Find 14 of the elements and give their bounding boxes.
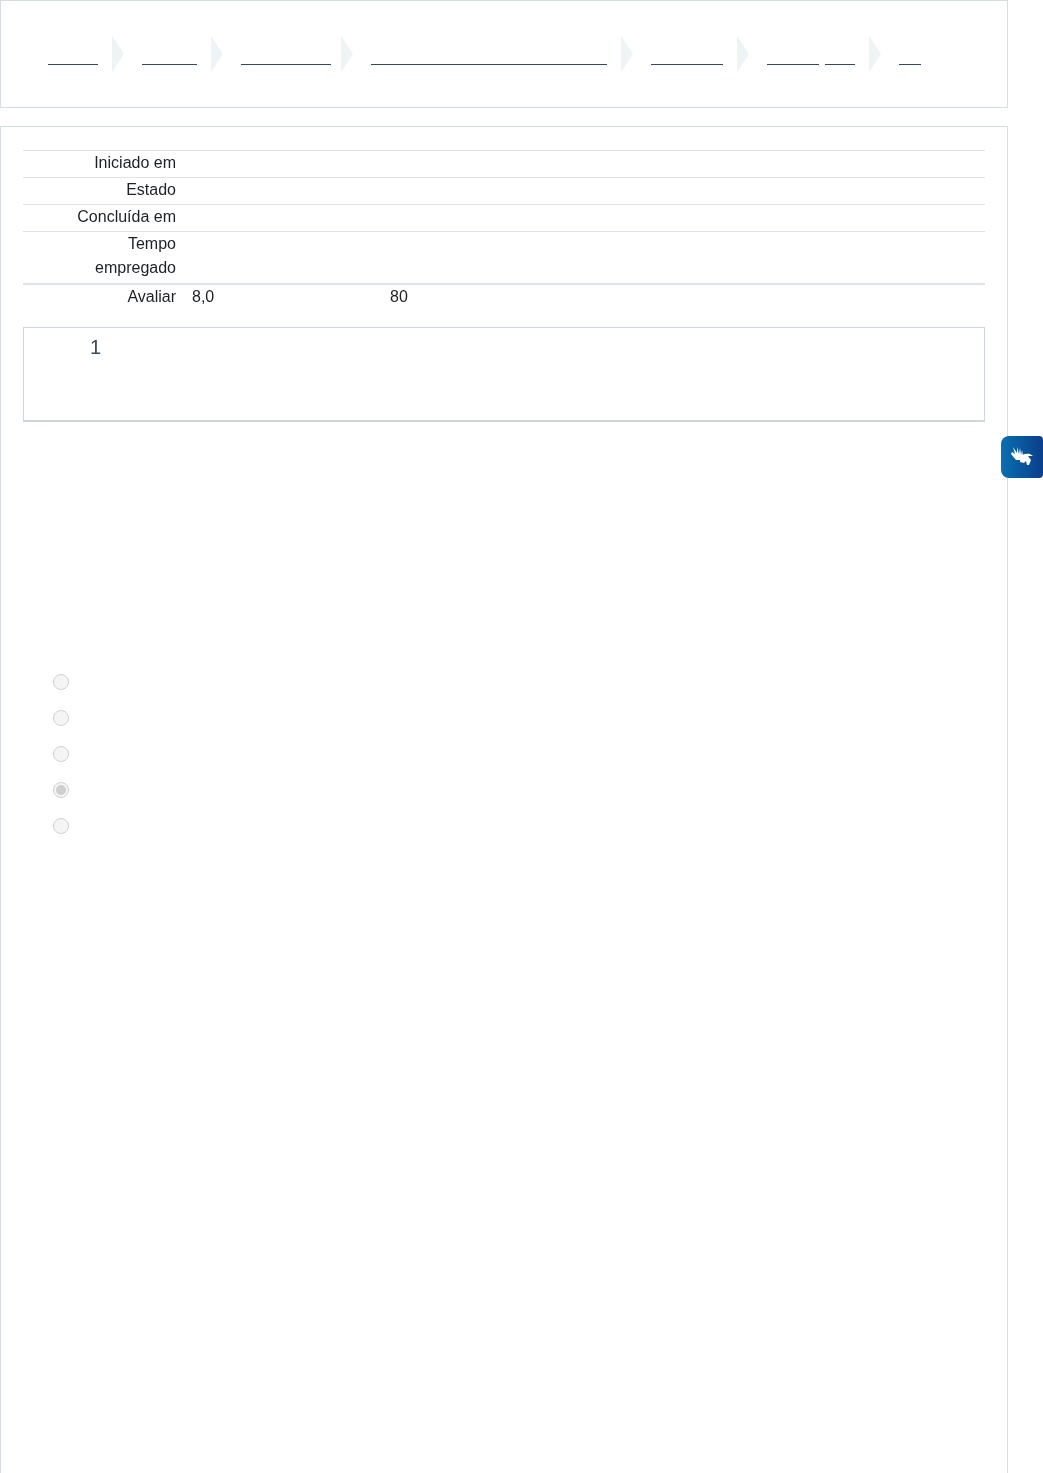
field-label: Avaliar bbox=[126, 287, 176, 307]
field-label: Estado bbox=[125, 180, 176, 200]
accessibility-button[interactable] bbox=[1001, 436, 1043, 478]
radio-button[interactable] bbox=[53, 782, 69, 798]
grade-total: 80 bbox=[390, 287, 408, 307]
question-number: 1 bbox=[90, 336, 102, 358]
radio-button[interactable] bbox=[53, 818, 69, 834]
radio-button[interactable] bbox=[53, 674, 69, 690]
radio-button[interactable] bbox=[53, 746, 69, 762]
field-label: Iniciado em bbox=[93, 153, 176, 173]
grade-value: 8,0 bbox=[192, 287, 216, 307]
field-label: Concluída em bbox=[76, 207, 176, 227]
radio-button[interactable] bbox=[53, 710, 69, 726]
field-label: Tempo empregado bbox=[94, 234, 176, 278]
